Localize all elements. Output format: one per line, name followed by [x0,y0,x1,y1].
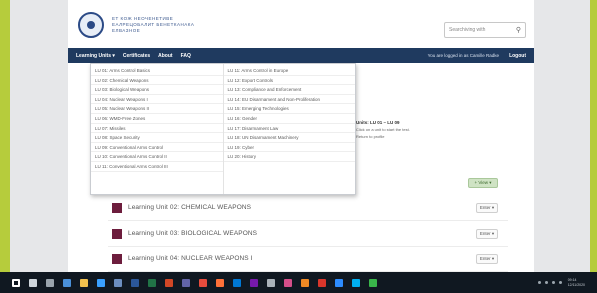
onenote-icon[interactable] [250,278,258,287]
web-page: ЕТ КОЖ НЕОЧЕНЕТИВЕ ЕАЛРЕЦОБАЛИТ БЕНЕТКАН… [68,0,534,272]
dropdown-item[interactable]: LU 02: Chemical Weapons [91,76,223,86]
paint-icon[interactable] [369,278,377,287]
firefox-icon[interactable] [216,278,224,287]
unit-title[interactable]: Learning Unit 02: CHEMICAL WEAPONS [128,204,251,211]
skype-icon[interactable] [352,278,360,287]
logout-link[interactable]: Logout [509,53,526,59]
main-navbar: Learning Units ▾ Certificates About FAQ … [68,48,534,63]
edge-icon[interactable] [63,278,71,287]
dropdown-item[interactable]: LU 12: Export Controls [223,76,355,86]
dropdown-item[interactable]: LU 06: WMD-Free Zones [91,114,223,124]
learning-units-dropdown: LU 01: Arms Control Basics LU 02: Chemic… [90,63,356,195]
powerpoint-icon[interactable] [165,278,173,287]
unit-color-badge [112,253,122,264]
dropdown-item[interactable]: LU 19: Cyber [223,143,355,153]
dropdown-item[interactable]: LU 20: History [223,152,355,162]
dropdown-item[interactable]: LU 08: Space Security [91,133,223,143]
search-icon[interactable] [29,278,37,287]
unit-title[interactable]: Learning Unit 03: BIOLOGICAL WEAPONS [128,230,257,237]
teams-icon[interactable] [182,278,190,287]
unit-color-badge [112,228,122,239]
units-range-text: Units: LU 01 – LU 09 [356,120,400,125]
settings-icon[interactable] [267,278,275,287]
search-box[interactable]: Searchiving with ⚲ [444,22,526,38]
unit-color-badge [112,202,122,213]
dropdown-item[interactable]: LU 14: EU Disarmament and Non-Proliferat… [223,95,355,105]
dropdown-item[interactable]: LU 17: Disarmament Law [223,124,355,134]
photos-icon[interactable] [284,278,292,287]
logo-emblem-icon [78,12,104,38]
acrobat-icon[interactable] [318,278,326,287]
dropdown-item[interactable]: LU 09: Conventional Arms Control [91,143,223,153]
dropdown-item[interactable]: LU 03: Biological Weapons [91,85,223,95]
unit-enter-button[interactable]: Enter ▾ [476,202,498,213]
search-icon[interactable]: ⚲ [516,26,521,34]
tray-icon[interactable] [537,281,541,284]
dropdown-column-right: LU 11: Arms Control in Europe LU 12: Exp… [222,64,355,194]
profile-link[interactable]: Return to profile [356,134,516,139]
dropdown-item[interactable]: LU 01: Arms Control Basics [91,66,223,76]
taskbar-icons [12,278,386,287]
nav-about[interactable]: About [158,53,172,59]
dropdown-item[interactable]: LU 13: Compliance and Enforcement [223,85,355,95]
logged-in-text[interactable]: You are logged in as Camille Radke [428,53,499,58]
user-area: You are logged in as Camille Radke Logou… [428,53,526,59]
dropdown-item[interactable]: LU 18: UN Disarmament Machinery [223,133,355,143]
windows-icon[interactable] [12,278,20,287]
vlc-icon[interactable] [301,278,309,287]
dropdown-item[interactable]: LU 11: Conventional Arms Control III [91,162,223,172]
explorer-icon[interactable] [80,278,88,287]
task-view-icon[interactable] [46,278,54,287]
taskbar-clock[interactable]: 09:14 12/11/2020 [568,278,585,287]
dropdown-item[interactable]: LU 07: Missiles [91,124,223,134]
unit-title[interactable]: Learning Unit 04: NUCLEAR WEAPONS I [128,255,253,262]
word-icon[interactable] [131,278,139,287]
system-tray: 09:14 12/11/2020 [534,278,597,287]
instruction-text: Click on a unit to start the test. [356,127,410,132]
dropdown-item[interactable]: LU 16: Gender [223,114,355,124]
tray-icon[interactable] [544,281,548,284]
unit-row[interactable]: Learning Unit 02: CHEMICAL WEAPONS Enter… [108,195,508,221]
dropdown-item[interactable]: LU 10: Conventional Arms Control II [91,152,223,162]
dropdown-column-left: LU 01: Arms Control Basics LU 02: Chemic… [91,64,223,194]
search-input[interactable]: Searchiving with [449,27,516,33]
view-button[interactable]: + View ▾ [468,178,498,188]
excel-icon[interactable] [148,278,156,287]
store-icon[interactable] [97,278,105,287]
unit-info-panel: Units: LU 01 – LU 09 Click on a unit to … [356,120,516,160]
unit-row[interactable]: Learning Unit 03: BIOLOGICAL WEAPONS Ent… [108,221,508,247]
nav-faq[interactable]: FAQ [181,53,191,59]
browser-window: ЕТ КОЖ НЕОЧЕНЕТИВЕ ЕАЛРЕЦОБАЛИТ БЕНЕТКАН… [10,0,590,272]
nav-certificates[interactable]: Certificates [123,53,150,59]
windows-taskbar: 09:14 12/11/2020 [0,272,597,293]
unit-row[interactable]: Learning Unit 04: NUCLEAR WEAPONS I Ente… [108,246,508,272]
chrome-icon[interactable] [199,278,207,287]
unit-enter-button[interactable]: Enter ▾ [476,228,498,239]
zoom-icon[interactable] [335,278,343,287]
dropdown-item[interactable]: LU 11: Arms Control in Europe [223,66,355,76]
logo-line-3: ЕЛВАЗНОЕ [112,28,141,33]
site-logo[interactable]: ЕТ КОЖ НЕОЧЕНЕТИВЕ ЕАЛРЕЦОБАЛИТ БЕНЕТКАН… [78,12,194,38]
outlook-icon[interactable] [233,278,241,287]
tray-icon[interactable] [551,281,555,284]
unit-enter-button[interactable]: Enter ▾ [476,253,498,264]
nav-learning-units[interactable]: Learning Units ▾ [76,53,115,59]
logo-text: ЕТ КОЖ НЕОЧЕНЕТИВЕ ЕАЛРЕЦОБАЛИТ БЕНЕТКАН… [112,16,194,34]
mail-icon[interactable] [114,278,122,287]
dropdown-item[interactable]: LU 15: Emerging Technologies [223,104,355,114]
dropdown-item[interactable]: LU 04: Nuclear Weapons I [91,95,223,105]
dropdown-item[interactable]: LU 05: Nuclear Weapons II [91,104,223,114]
tray-icon[interactable] [558,281,562,284]
clock-date: 12/11/2020 [567,282,585,287]
